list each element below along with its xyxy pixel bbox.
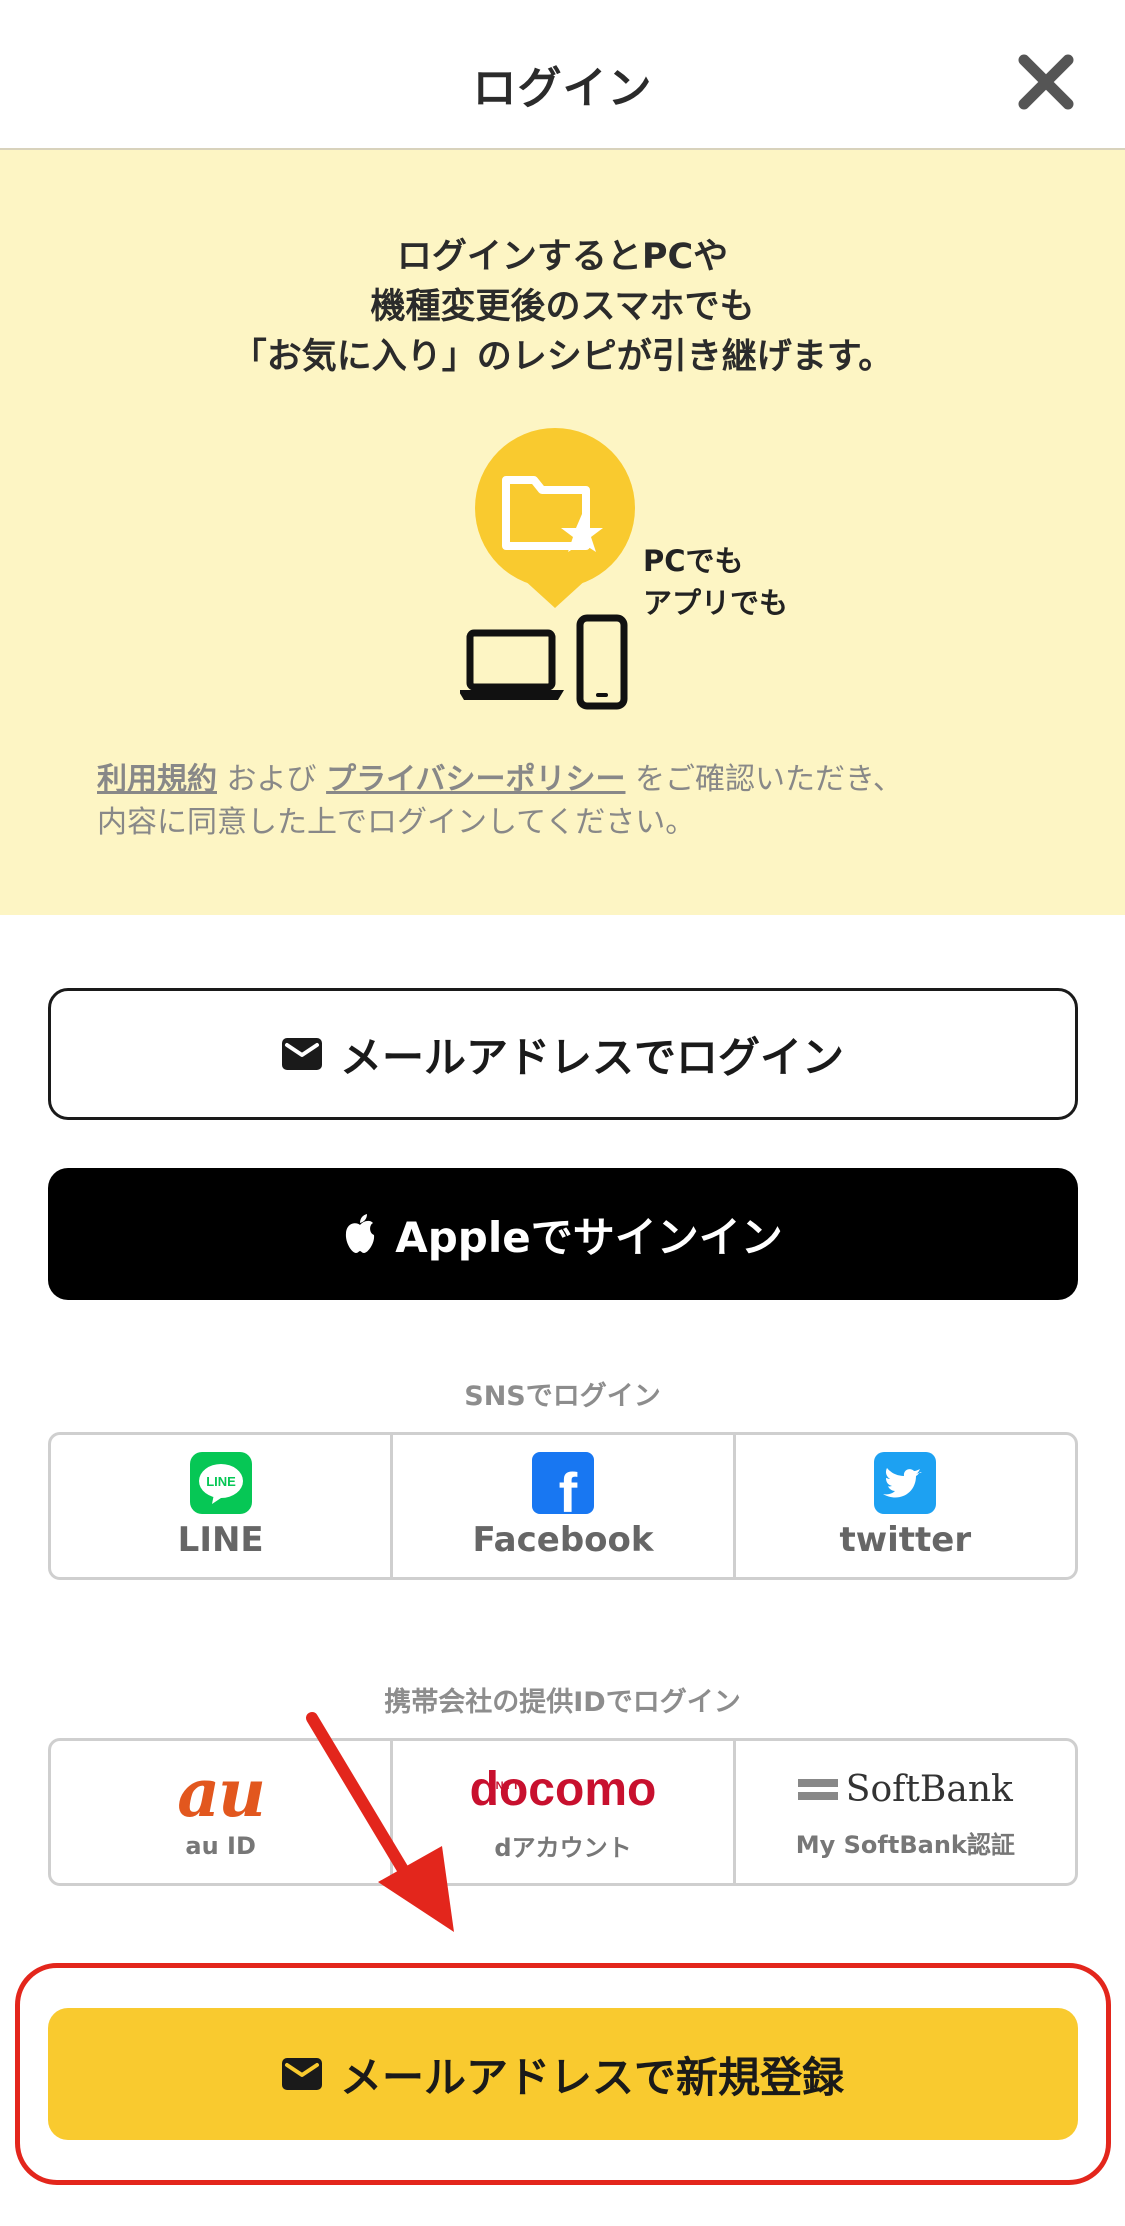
badge-line: PCでも bbox=[643, 544, 744, 578]
facebook-icon: f bbox=[531, 1452, 594, 1514]
mail-login-label: メールアドレスでログイン bbox=[339, 1032, 844, 1082]
softbank-logo-text: SoftBank bbox=[845, 1768, 1013, 1810]
carrier-section-label: 携帯会社の提供IDでログイン bbox=[384, 1687, 741, 1718]
au-logo: au bbox=[177, 1754, 266, 1832]
apple-icon bbox=[343, 1213, 377, 1255]
favorite-folder-icon bbox=[475, 428, 635, 608]
softbank-bars-icon bbox=[797, 1774, 838, 1805]
badge-text: PCでも アプリでも bbox=[643, 540, 788, 624]
terms-text: をご確認いただき、 bbox=[625, 762, 903, 797]
docomo-login-button[interactable]: NTT docomo dアカウント bbox=[390, 1741, 732, 1883]
sns-section-label: SNSでログイン bbox=[464, 1381, 661, 1412]
lead-line: ログインするとPCや bbox=[396, 237, 729, 277]
mail-login-button[interactable]: メールアドレスでログイン bbox=[48, 988, 1078, 1120]
line-label: LINE bbox=[177, 1520, 264, 1560]
mail-register-label: メールアドレスで新規登録 bbox=[339, 2052, 844, 2102]
ntt-mark: NTT bbox=[495, 1779, 521, 1792]
carrier-login-grid: au au ID NTT docomo dアカウント SoftBank My S… bbox=[48, 1738, 1078, 1886]
apple-signin-button[interactable]: Appleでサインイン bbox=[48, 1168, 1078, 1300]
line-login-button[interactable]: LINE LINE bbox=[51, 1435, 390, 1577]
docomo-label: dアカウント bbox=[494, 1833, 632, 1862]
twitter-icon bbox=[874, 1452, 937, 1514]
line-icon: LINE bbox=[189, 1452, 252, 1514]
info-panel: ログインするとPCや 機種変更後のスマホでも 「お気に入り」のレシピが引き継げま… bbox=[0, 150, 1125, 915]
laptop-icon bbox=[460, 629, 564, 700]
twitter-login-button[interactable]: twitter bbox=[732, 1435, 1075, 1577]
sns-login-grid: LINE LINE f Facebook twitter bbox=[48, 1432, 1078, 1580]
facebook-icon-text: f bbox=[559, 1461, 578, 1514]
header: ログイン bbox=[0, 0, 1125, 150]
softbank-login-button[interactable]: SoftBank My SoftBank認証 bbox=[732, 1741, 1075, 1883]
terms-of-service-link[interactable]: 利用規約 bbox=[97, 762, 217, 797]
facebook-login-button[interactable]: f Facebook bbox=[390, 1435, 732, 1577]
privacy-policy-link[interactable]: プライバシーポリシー bbox=[326, 762, 625, 797]
badge-line: アプリでも bbox=[643, 586, 789, 620]
au-login-button[interactable]: au au ID bbox=[51, 1741, 390, 1883]
softbank-logo: SoftBank bbox=[797, 1765, 1013, 1815]
lead-line: 機種変更後のスマホでも bbox=[370, 287, 755, 327]
au-label: au ID bbox=[185, 1832, 256, 1860]
docomo-logo: NTT docomo bbox=[470, 1762, 657, 1818]
facebook-label: Facebook bbox=[472, 1520, 654, 1560]
page-title: ログイン bbox=[472, 63, 653, 114]
lead-text: ログインするとPCや 機種変更後のスマホでも 「お気に入り」のレシピが引き継げま… bbox=[0, 232, 1125, 382]
mail-register-button[interactable]: メールアドレスで新規登録 bbox=[48, 2008, 1078, 2140]
twitter-label: twitter bbox=[839, 1520, 972, 1560]
terms-text: および bbox=[217, 762, 327, 797]
smartphone-icon bbox=[576, 614, 628, 710]
terms-notice: 利用規約 および プライバシーポリシー をご確認いただき、 内容に同意した上でロ… bbox=[97, 758, 1057, 844]
softbank-label: My SoftBank認証 bbox=[795, 1830, 1015, 1859]
line-icon-text: LINE bbox=[206, 1474, 236, 1489]
mail-icon bbox=[281, 1038, 322, 1070]
lead-line: 「お気に入り」のレシピが引き継げます。 bbox=[231, 337, 894, 377]
terms-text: 内容に同意した上でログインしてください。 bbox=[97, 805, 696, 840]
apple-signin-label: Appleでサインイン bbox=[395, 1212, 783, 1262]
close-icon[interactable] bbox=[1016, 52, 1076, 112]
mail-icon bbox=[281, 2058, 322, 2090]
